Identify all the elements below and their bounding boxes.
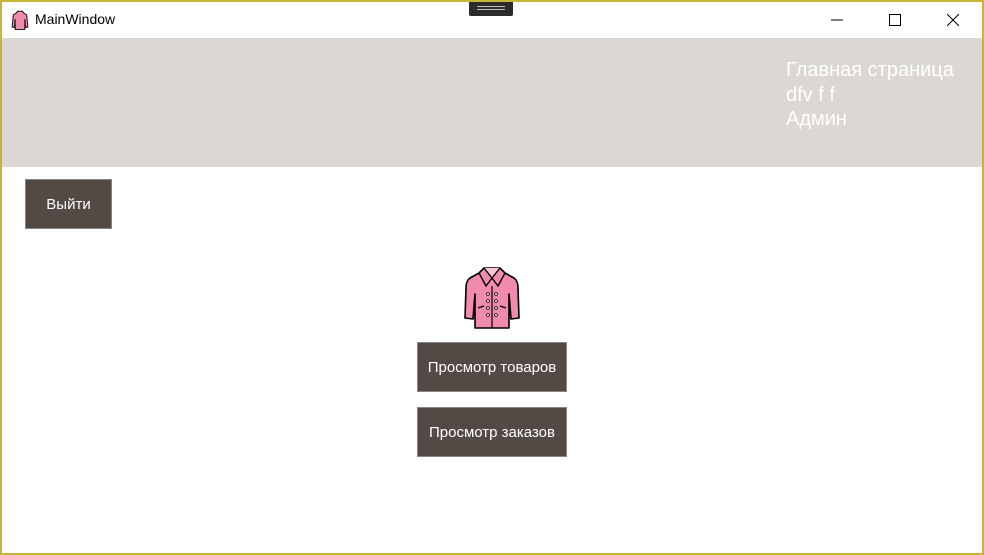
exit-button[interactable]: Выйти — [25, 179, 112, 229]
coat-icon — [11, 10, 29, 30]
maximize-button[interactable] — [866, 2, 924, 38]
coat-icon — [464, 267, 520, 329]
view-orders-button[interactable]: Просмотр заказов — [417, 407, 567, 457]
header-panel: Главная страница dfv f f Админ — [2, 38, 982, 167]
title-bar[interactable]: MainWindow — [2, 2, 982, 38]
page-title: Главная страница — [786, 59, 954, 81]
user-name: dfv f f — [786, 83, 835, 106]
user-role: Админ — [786, 108, 847, 130]
drag-handle[interactable] — [469, 2, 513, 16]
close-button[interactable] — [924, 2, 982, 38]
minimize-button[interactable] — [808, 2, 866, 38]
main-window: MainWindow Главная страница dfv f f Адми… — [0, 0, 984, 555]
window-title: MainWindow — [35, 11, 116, 27]
minimize-icon — [831, 19, 843, 21]
maximize-icon — [889, 14, 901, 26]
view-products-button[interactable]: Просмотр товаров — [417, 342, 567, 392]
header-info: Главная страница dfv f f Админ — [786, 58, 954, 132]
close-icon — [947, 14, 959, 26]
